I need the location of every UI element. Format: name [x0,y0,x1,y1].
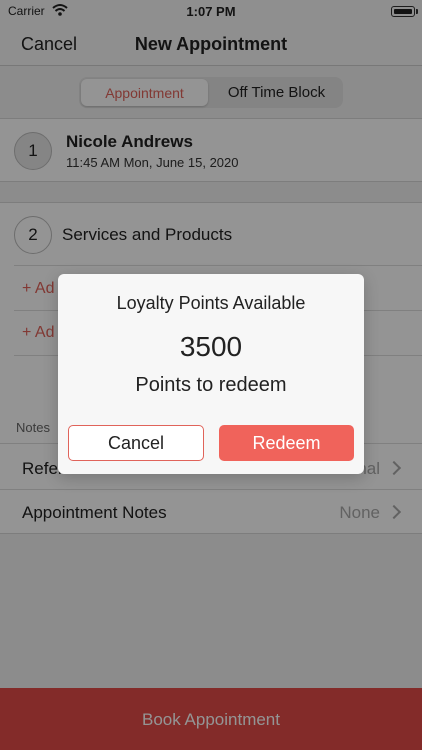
loyalty-points-value: 3500 [179,331,243,362]
dialog-cancel-button[interactable]: Cancel [68,425,204,461]
dialog-title: Loyalty Points Available [116,293,306,313]
dialog-subtitle: Points to redeem [135,374,287,396]
redeem-button[interactable]: Redeem [219,425,354,461]
